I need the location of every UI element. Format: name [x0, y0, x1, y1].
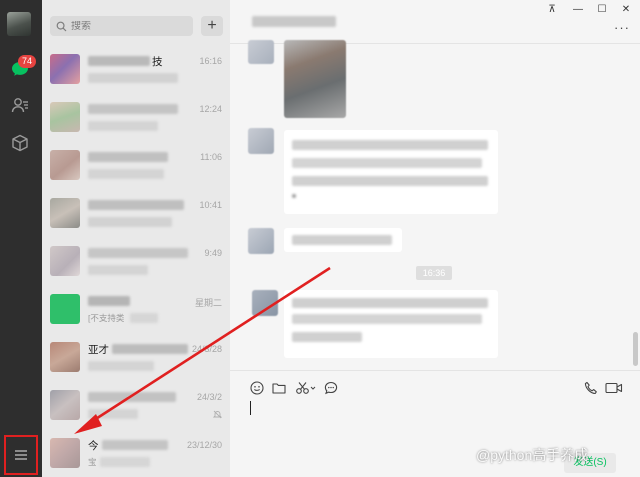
maximize-button[interactable]: ☐ [592, 2, 612, 16]
image-message[interactable] [284, 40, 346, 118]
chat-avatar [50, 246, 80, 276]
chat-avatar [50, 342, 80, 372]
chat-name: 亚才 [88, 344, 109, 356]
unread-badge: 74 [18, 55, 36, 68]
blurred-name [88, 104, 178, 114]
search-input[interactable] [71, 20, 181, 32]
video-call-icon[interactable] [604, 380, 624, 396]
blurred-name [102, 440, 168, 450]
text-message[interactable] [284, 130, 498, 214]
menu-icon [15, 450, 27, 460]
mute-icon [212, 410, 223, 421]
blurred-name [112, 344, 188, 354]
folder-icon[interactable] [270, 380, 288, 396]
chat-time: 10:41 [199, 200, 222, 210]
blurred-name [88, 56, 150, 66]
chat-avatar [50, 198, 80, 228]
scrollbar[interactable] [633, 332, 638, 366]
chat-name: 今 [88, 440, 99, 452]
more-icon[interactable]: ··· [614, 20, 630, 35]
chat-avatar [50, 54, 80, 84]
chat-list-item[interactable]: 亚才 24/3/28 [42, 332, 230, 380]
blurred-name [88, 392, 176, 402]
search-box[interactable] [50, 16, 193, 36]
blurred-preview [88, 169, 164, 179]
blurred-preview [88, 361, 154, 371]
add-button[interactable]: + [201, 16, 223, 36]
chat-time: 23/12/30 [186, 440, 222, 450]
text-message[interactable] [284, 228, 402, 252]
blurred-preview [88, 265, 148, 275]
chat-time: 24/3/2 [196, 392, 222, 402]
chat-avatar [50, 390, 80, 420]
message-input[interactable] [250, 401, 251, 415]
chat-list-item[interactable]: 9:49 [42, 236, 230, 284]
contacts-icon[interactable] [9, 94, 31, 116]
phone-icon[interactable] [582, 380, 600, 396]
blurred-preview [88, 217, 172, 227]
blurred-preview [100, 457, 150, 467]
chat-avatar [50, 294, 80, 324]
chat-name: 技 [152, 56, 163, 68]
chat-title [252, 16, 336, 27]
chat-window: ⊼ — ☐ ✕ ··· 16:36 发送(S) @python高手养成 [230, 0, 640, 477]
blurred-name [88, 296, 130, 306]
chat-time: 16:16 [199, 56, 222, 66]
chat-avatar [50, 102, 80, 132]
scissors-icon[interactable] [294, 380, 318, 396]
sender-avatar [248, 228, 274, 254]
watermark: @python高手养成 [476, 447, 589, 463]
text-message[interactable] [284, 290, 498, 358]
chat-list-item[interactable]: 11:06 [42, 140, 230, 188]
blurred-name [88, 248, 188, 258]
search-icon [56, 21, 67, 31]
chat-list-item[interactable]: 24/3/2 [42, 380, 230, 428]
composer: 发送(S) @python高手养成 [230, 370, 640, 477]
pin-button[interactable]: ⊼ [542, 2, 562, 16]
chat-avatar [50, 150, 80, 180]
chat-time: 9:49 [204, 248, 222, 258]
conversation-list: + 技 16:16 12:24 11:06 10:41 [42, 0, 230, 477]
user-avatar[interactable] [7, 12, 31, 36]
blurred-preview [88, 121, 158, 131]
menu-button[interactable] [4, 435, 38, 475]
chat-time: 24/3/28 [191, 344, 222, 354]
chat-list-item[interactable]: 星期二 [不支持类 [42, 284, 230, 332]
chat-time: 12:24 [199, 104, 222, 114]
sender-avatar [248, 128, 274, 154]
time-divider: 16:36 [416, 266, 452, 280]
emoji-icon[interactable] [248, 380, 266, 396]
chat-avatar [50, 438, 80, 468]
chat-list-item[interactable]: 技 16:16 [42, 44, 230, 92]
sender-avatar [252, 290, 278, 316]
chat-preview: 宝 [88, 457, 97, 467]
wechat-window: 74 搜索 + 技 16:16 12:24 11:06 10:41 9:49 星… [0, 0, 640, 477]
minimize-button[interactable]: — [568, 2, 588, 16]
left-nav-rail: 74 [0, 0, 42, 477]
chat-list-item[interactable]: 12:24 [42, 92, 230, 140]
chat-list-item[interactable]: 今 23/12/30 宝 [42, 428, 230, 476]
chat-time: 星期二 [194, 298, 222, 308]
chat-preview: [不支持类 [88, 313, 125, 323]
box-icon[interactable] [9, 132, 31, 154]
sender-avatar [248, 40, 274, 64]
search-row: + [50, 16, 226, 36]
blurred-preview [130, 313, 158, 323]
chat-time: 11:06 [200, 152, 222, 162]
close-button[interactable]: ✕ [616, 2, 636, 16]
chat-list-item[interactable]: 10:41 [42, 188, 230, 236]
chat-bubble-icon[interactable] [322, 380, 340, 396]
blurred-name [88, 152, 168, 162]
blurred-preview [88, 73, 178, 83]
blurred-preview [88, 409, 138, 419]
chat-title-bar: ⊼ — ☐ ✕ ··· [230, 0, 640, 44]
blurred-name [88, 200, 184, 210]
